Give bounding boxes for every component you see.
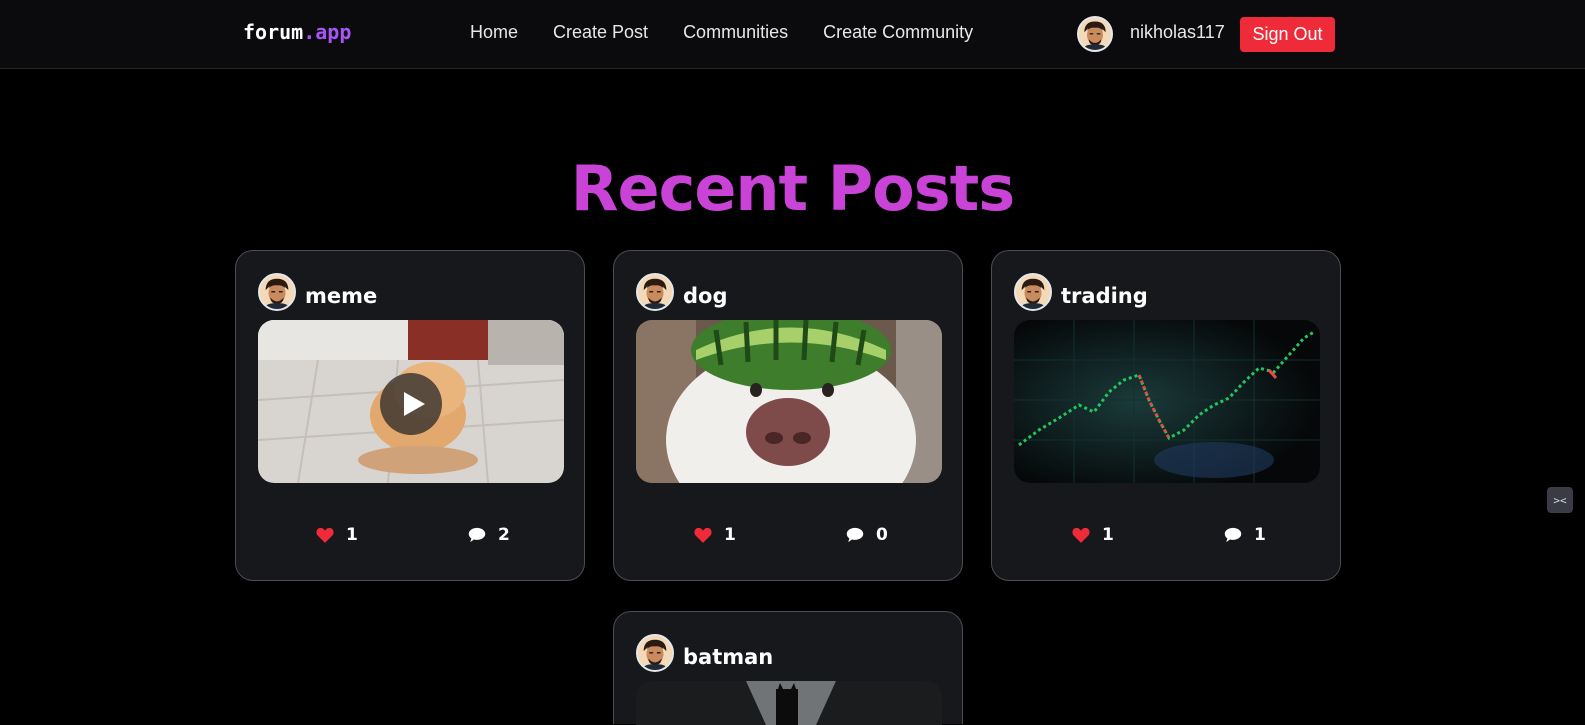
logo-accent-text: .app (303, 20, 352, 44)
like-count: 1 (346, 525, 358, 545)
top-navbar: forum.app Home Create Post Communities C… (0, 0, 1585, 69)
post-video-thumbnail[interactable] (258, 320, 564, 483)
like-count: 1 (1102, 525, 1114, 545)
post-stats: 1 0 (614, 525, 962, 549)
username: nikholas117 (1130, 22, 1225, 42)
comment-icon (1224, 527, 1242, 543)
sign-out-button[interactable]: Sign Out (1240, 17, 1335, 52)
post-card-meme[interactable]: meme 1 2 (235, 250, 585, 581)
post-card-batman[interactable]: batman (613, 611, 963, 725)
post-card-dog[interactable]: dog 1 0 (613, 250, 963, 581)
nav-link-home[interactable]: Home (470, 22, 518, 43)
heart-icon (1072, 527, 1090, 543)
post-title[interactable]: dog (683, 284, 728, 308)
post-stats: 1 1 (992, 525, 1340, 549)
comment-count: 1 (1254, 525, 1266, 545)
logo-main-text: forum (243, 20, 304, 44)
play-icon[interactable] (379, 372, 443, 436)
post-author-avatar[interactable] (258, 273, 296, 311)
comment-count: 2 (498, 525, 510, 545)
floating-dev-button[interactable]: >< (1547, 487, 1573, 513)
nav-link-communities[interactable]: Communities (683, 22, 788, 43)
post-stats: 1 2 (236, 525, 584, 549)
post-author-avatar[interactable] (1014, 273, 1052, 311)
heart-icon (694, 527, 712, 543)
post-title[interactable]: meme (305, 284, 377, 308)
page-title: Recent Posts (570, 152, 1015, 225)
post-title[interactable]: trading (1061, 284, 1148, 308)
comment-button[interactable]: 1 (1224, 525, 1266, 545)
like-count: 1 (724, 525, 736, 545)
comment-count: 0 (876, 525, 888, 545)
post-image[interactable] (1014, 320, 1320, 483)
post-image[interactable] (636, 681, 942, 725)
comment-button[interactable]: 2 (468, 525, 510, 545)
post-image[interactable] (636, 320, 942, 483)
user-avatar[interactable] (1077, 16, 1113, 52)
nav-links: Home Create Post Communities Create Comm… (470, 22, 973, 43)
comment-icon (846, 527, 864, 543)
comment-button[interactable]: 0 (846, 525, 888, 545)
post-author-avatar[interactable] (636, 273, 674, 311)
heart-icon (316, 527, 334, 543)
post-author-avatar[interactable] (636, 634, 674, 672)
nav-link-create-post[interactable]: Create Post (553, 22, 648, 43)
like-button[interactable]: 1 (694, 525, 736, 545)
like-button[interactable]: 1 (1072, 525, 1114, 545)
post-title[interactable]: batman (683, 645, 773, 669)
nav-link-create-community[interactable]: Create Community (823, 22, 973, 43)
post-card-trading[interactable]: trading 1 1 (991, 250, 1341, 581)
comment-icon (468, 527, 486, 543)
like-button[interactable]: 1 (316, 525, 358, 545)
site-logo[interactable]: forum.app (243, 20, 351, 44)
